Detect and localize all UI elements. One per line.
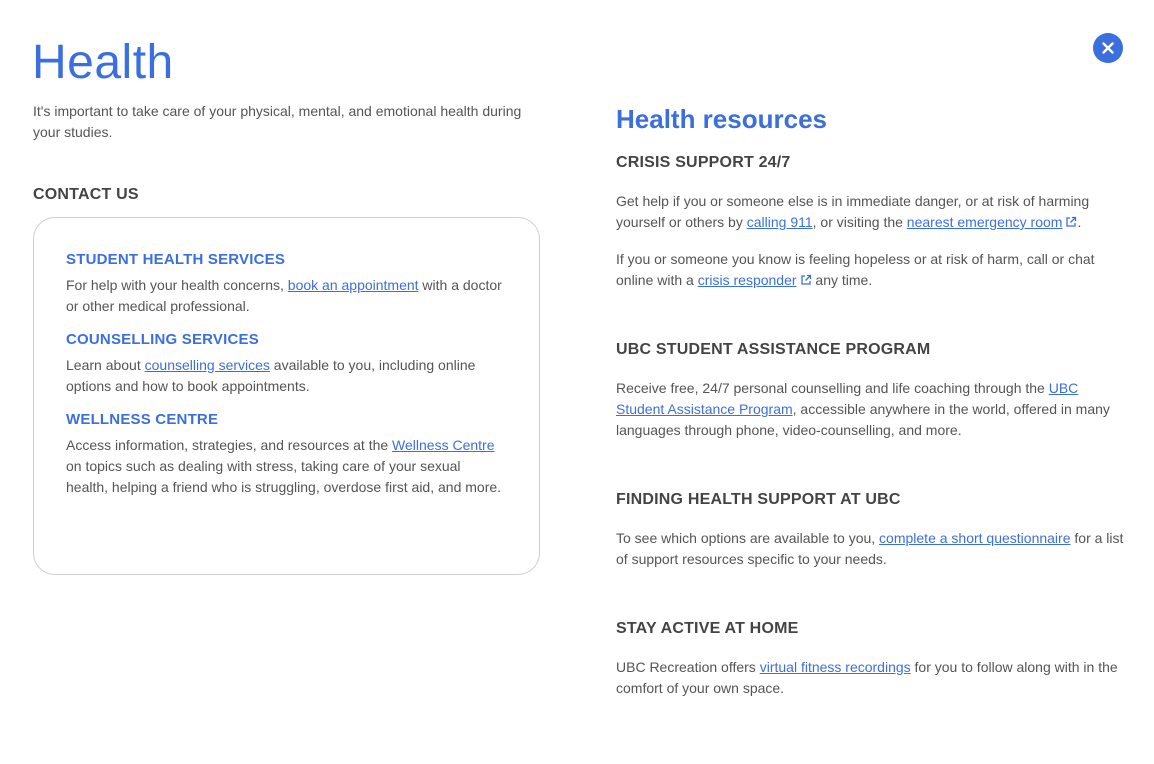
health-resources: Health resources CRISIS SUPPORT 24/7 Get… [616,102,1126,699]
intro-text: It's important to take care of your phys… [33,103,522,140]
section-title: STAY ACTIVE AT HOME [616,620,799,637]
section-title: UBC STUDENT ASSISTANCE PROGRAM [616,341,931,358]
service-description: Learn about counselling services availab… [66,355,506,397]
book-appointment-link[interactable]: book an appointment [288,277,419,293]
external-link-icon [1066,216,1077,227]
left-column: It's important to take care of your phys… [33,101,540,575]
service-description: For help with your health concerns, book… [66,275,506,317]
active-paragraph: UBC Recreation offers virtual fitness re… [616,657,1126,699]
text: To see which options are available to yo… [616,530,880,546]
text: , or visiting the [812,214,907,230]
resources-title: Health resources [616,104,827,134]
sap-paragraph: Receive free, 24/7 personal counselling … [616,378,1126,441]
text: Receive free, 24/7 personal counselling … [616,380,1049,396]
text: . [1077,214,1082,230]
contact-heading: CONTACT US [33,186,139,203]
service-student-health: STUDENT HEALTH SERVICES For help with yo… [66,250,507,317]
wellness-centre-link[interactable]: Wellness Centre [392,437,494,453]
contact-card: STUDENT HEALTH SERVICES For help with yo… [33,217,540,575]
text: Learn about [66,357,145,373]
service-wellness-centre: WELLNESS CENTRE Access information, stra… [66,410,507,498]
service-counselling: COUNSELLING SERVICES Learn about counsel… [66,330,507,397]
questionnaire-link[interactable]: complete a short questionnaire [879,530,1070,546]
section-title: FINDING HEALTH SUPPORT AT UBC [616,491,901,508]
service-description: Access information, strategies, and reso… [66,435,506,498]
external-link-icon [800,274,811,285]
stay-active-section: STAY ACTIVE AT HOME UBC Recreation offer… [616,619,1126,699]
crisis-paragraph-2: If you or someone you know is feeling ho… [616,249,1126,291]
crisis-responder-link[interactable]: crisis responder [698,272,797,288]
service-title: STUDENT HEALTH SERVICES [66,251,286,268]
counselling-services-link[interactable]: counselling services [145,357,270,373]
section-title: CRISIS SUPPORT 24/7 [616,154,791,171]
crisis-paragraph-1: Get help if you or someone else is in im… [616,191,1126,233]
text: Access information, strategies, and reso… [66,437,393,453]
text: For help with your health concerns, [66,277,288,293]
finding-paragraph: To see which options are available to yo… [616,528,1126,570]
close-icon [1102,42,1114,54]
nearest-emergency-room-link[interactable]: nearest emergency room [907,214,1063,230]
service-title: COUNSELLING SERVICES [66,331,259,348]
service-title: WELLNESS CENTRE [66,411,219,428]
close-button[interactable] [1093,33,1123,63]
virtual-fitness-link[interactable]: virtual fitness recordings [760,659,911,675]
finding-support-section: FINDING HEALTH SUPPORT AT UBC To see whi… [616,490,1126,570]
crisis-support-section: CRISIS SUPPORT 24/7 Get help if you or s… [616,153,1126,291]
text: any time. [811,272,873,288]
calling-911-link[interactable]: calling 911 [747,214,813,230]
page-title: Health [32,36,174,89]
student-assistance-section: UBC STUDENT ASSISTANCE PROGRAM Receive f… [616,340,1126,441]
text: UBC Recreation offers [616,659,760,675]
text: on topics such as dealing with stress, t… [66,458,502,495]
